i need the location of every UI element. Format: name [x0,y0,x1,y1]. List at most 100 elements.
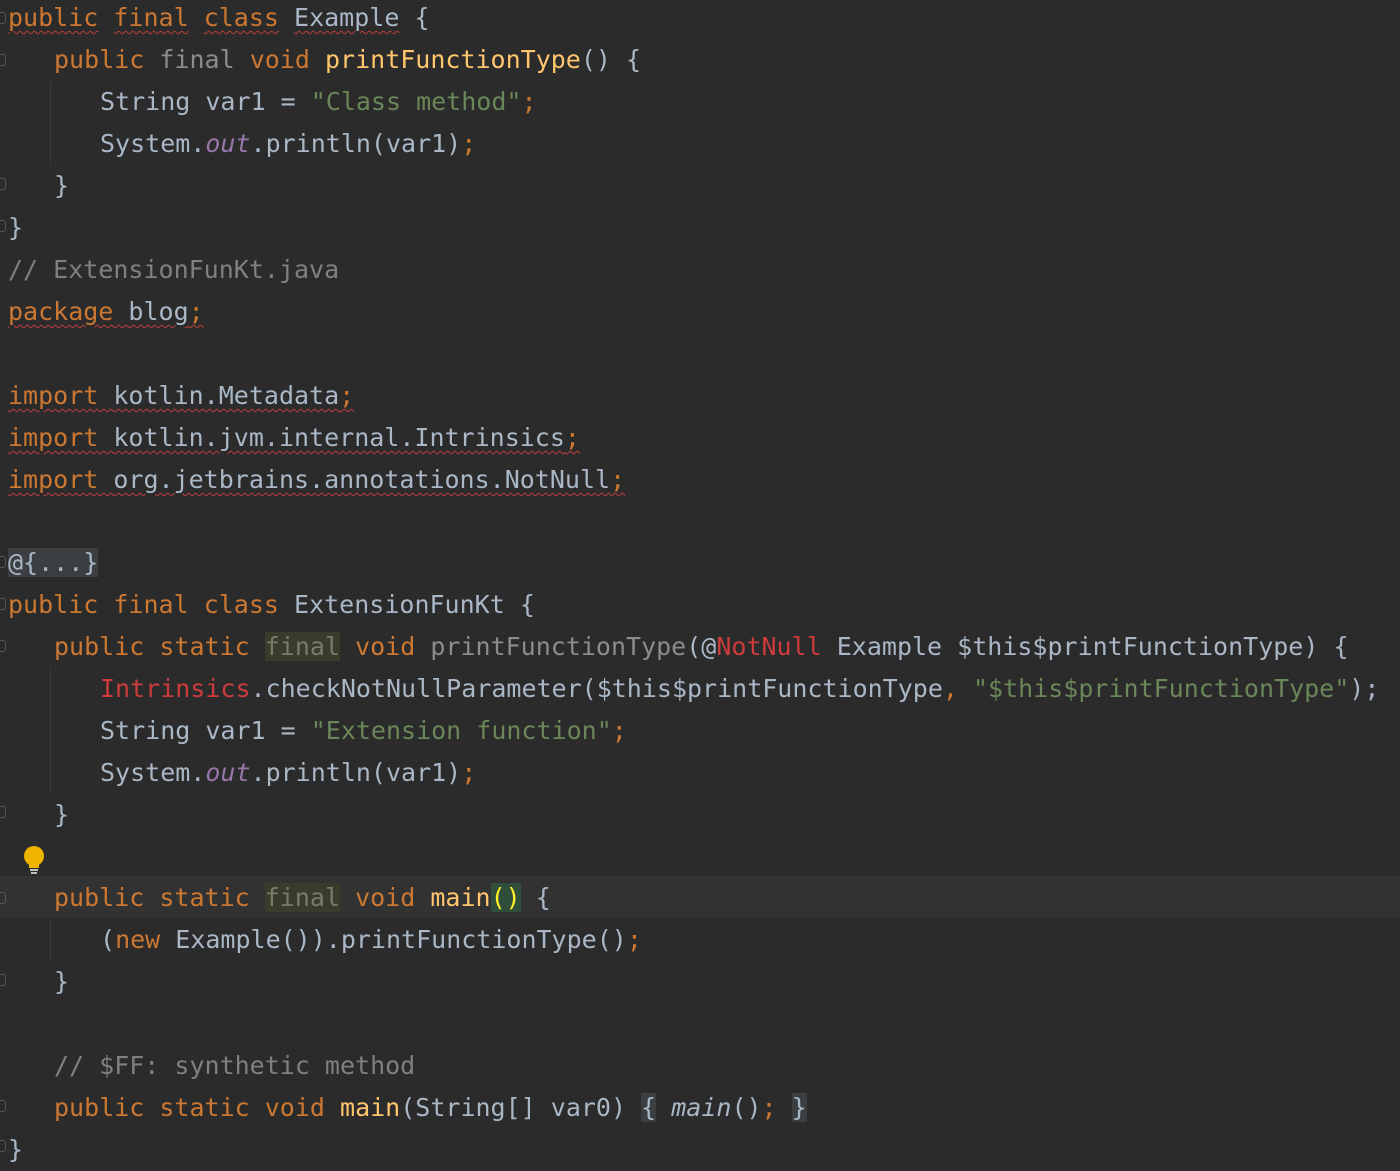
token-class-ref: Intrinsics [100,674,251,703]
token-brace: { [414,3,430,32]
folded-brace-chip[interactable]: { [641,1093,657,1122]
code-line: import kotlin.jvm.internal.Intrinsics; [8,417,580,459]
token-keyword: void [264,1093,325,1122]
token-keyword: public [8,590,99,619]
code-line: public static void main(String[] var0) {… [54,1087,807,1129]
fold-marker-icon[interactable] [0,640,6,652]
code-line: Intrinsics.checkNotNullParameter($this$p… [100,668,1379,710]
fold-marker-icon[interactable] [0,12,6,24]
token-string: "Extension function" [310,716,612,745]
fold-marker-icon[interactable] [0,54,6,66]
token-semicolon: ; [339,381,355,410]
token-code: System. [100,129,206,158]
token-class-name: Example [294,3,400,32]
token-package-name: blog [128,297,189,326]
token-brace: } [54,967,70,996]
token-keyword: static [159,883,250,912]
token-brace: { [519,590,535,619]
code-line: } [8,1129,23,1171]
fold-marker-icon[interactable] [0,1140,6,1152]
token-code: Example()).printFunctionType() [160,925,627,954]
token-code: String var1 = [100,87,311,116]
token-keyword: class [203,590,279,619]
token-keyword: void [355,883,416,912]
code-line: package blog; [8,291,204,333]
token-import-path: kotlin.Metadata [113,381,340,410]
token-method-name: main [340,1093,401,1122]
token-method-name: printFunctionType [324,45,581,74]
fold-marker-icon[interactable] [0,892,6,904]
token-semicolon: ; [564,423,580,452]
code-line: @{...} [8,542,99,584]
code-line: System.out.println(var1); [100,752,476,794]
token-paren: ( [100,925,116,954]
fold-marker-icon[interactable] [0,806,6,818]
token-comment: // ExtensionFunKt.java [8,255,340,284]
token-comment: // $FF: synthetic method [54,1051,416,1080]
token-parens: () [731,1093,762,1122]
token-code: System. [100,758,206,787]
token-annotation: NotNull [716,632,822,661]
token-keyword: class [203,3,279,32]
token-comma: , [942,674,958,703]
token-keyword: static [159,1093,250,1122]
token-keyword: void [249,45,310,74]
fold-marker-icon[interactable] [0,178,6,190]
token-keyword: final [113,590,189,619]
token-keyword: final [159,45,235,74]
token-static-field: out [205,129,251,158]
code-line: // $FF: synthetic method [54,1045,415,1087]
indent-guide [50,920,51,960]
token-semicolon: ; [461,758,477,787]
token-keyword: new [115,925,161,954]
code-editor[interactable]: public final class Example { public fina… [0,0,1400,1171]
token-keyword: public [54,883,145,912]
token-semicolon: ; [188,297,204,326]
token-method-name: printFunctionType [430,632,687,661]
token-parens: () [580,45,611,74]
token-keyword: void [355,632,416,661]
code-line: // ExtensionFunKt.java [8,249,339,291]
token-keyword: public [54,45,145,74]
code-line: import kotlin.Metadata; [8,375,354,417]
code-line: System.out.println(var1); [100,123,476,165]
token-keyword: public [54,632,145,661]
token-class-name: ExtensionFunKt [294,590,505,619]
code-line: public static final void main() { [54,877,551,919]
code-line: String var1 = "Extension function"; [100,710,627,752]
code-line: (new Example()).printFunctionType(); [100,919,642,961]
token-semicolon: ; [461,129,477,158]
token-brace: } [54,800,70,829]
lightbulb-icon[interactable] [22,845,46,875]
fold-marker-icon[interactable] [0,974,6,986]
token-keyword: final [113,3,189,32]
token-keyword-highlighted: final [264,883,341,912]
fold-marker-icon[interactable] [0,220,6,232]
code-line: import org.jetbrains.annotations.NotNull… [8,459,625,501]
token-brace: } [8,213,24,242]
token-semicolon: ; [626,925,642,954]
token-code: Example $this$printFunctionType) { [821,632,1349,661]
token-keyword: import [8,423,99,452]
fold-marker-icon[interactable] [0,556,6,568]
folded-annotation-chip[interactable]: @{...} [8,548,99,577]
token-method-name: main [430,883,491,912]
token-code: ); [1349,674,1380,703]
indent-guide [50,668,51,792]
fold-marker-icon[interactable] [0,598,6,610]
token-code: .checkNotNullParameter($this$printFuncti… [250,674,943,703]
code-line: } [54,961,69,1003]
token-keyword: package [8,297,114,326]
token-string: "Class method" [310,87,522,116]
token-method-call: main [671,1093,732,1122]
indent-guide [50,82,51,164]
fold-marker-icon[interactable] [0,1100,6,1112]
token-keyword: public [54,1093,145,1122]
token-semicolon: ; [611,716,627,745]
token-code: String var1 = [100,716,311,745]
token-code: .println(var1) [250,129,462,158]
code-line: String var1 = "Class method"; [100,81,537,123]
folded-brace-chip[interactable]: } [791,1093,807,1122]
token-brace: { [520,883,551,912]
code-line: public final class ExtensionFunKt { [8,584,535,626]
